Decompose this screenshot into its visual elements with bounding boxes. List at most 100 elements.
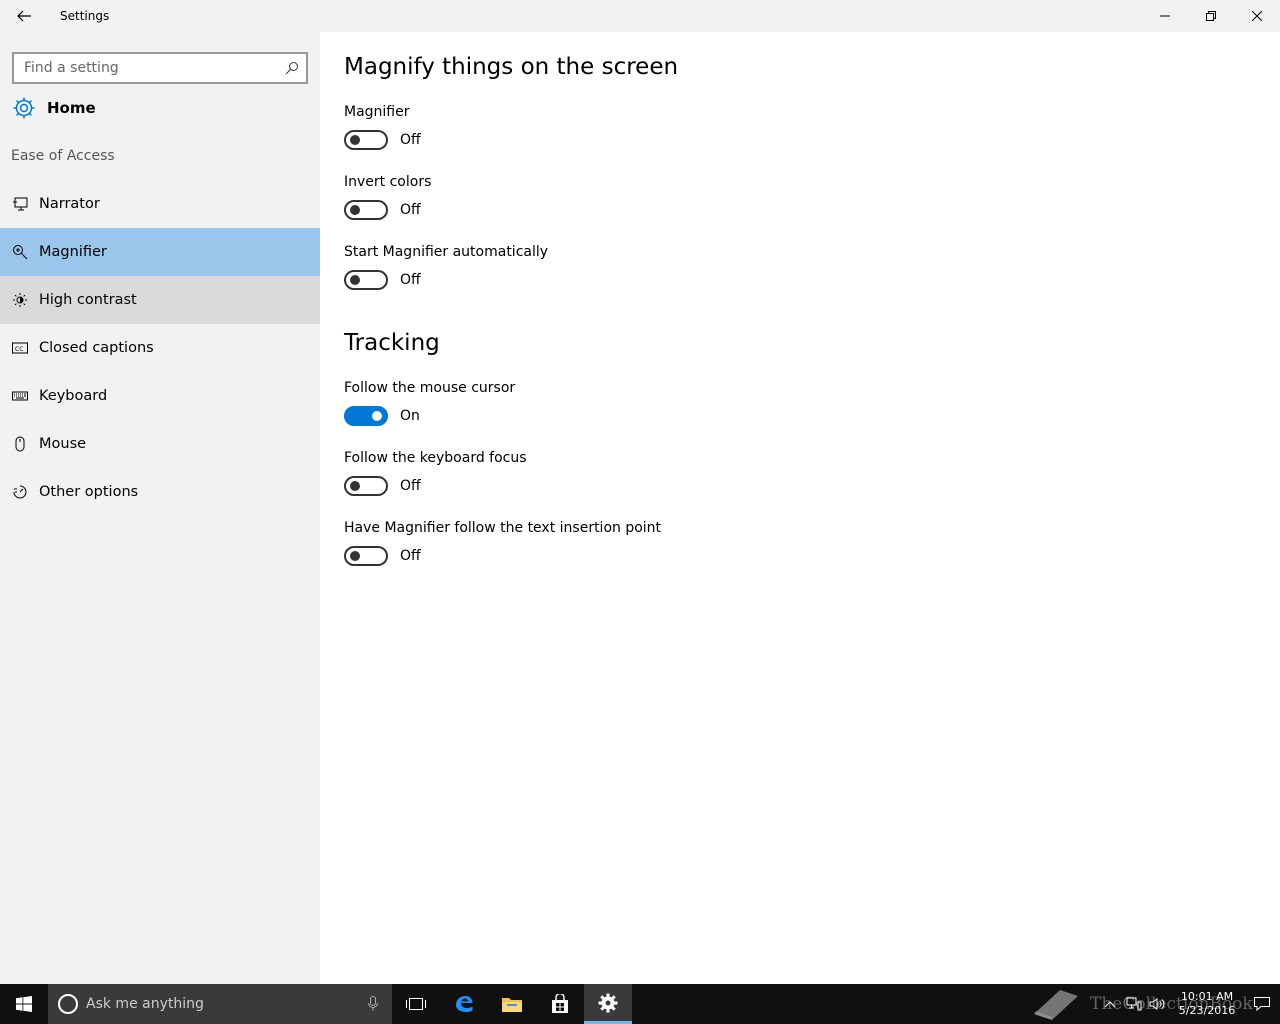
taskbar-search-text: Ask me anything <box>86 996 204 1012</box>
setting-label: Start Magnifier automatically <box>344 244 549 260</box>
sidebar-item-label: Keyboard <box>39 388 108 404</box>
close-icon <box>1252 11 1262 21</box>
toggle-state: Off <box>400 132 421 148</box>
sidebar: Home Ease of Access Narrator Magnifier H… <box>0 32 320 984</box>
taskbar-file-explorer[interactable] <box>488 984 536 1024</box>
setting-invert-colors: Invert colors Off <box>344 174 431 220</box>
chevron-up-icon <box>1104 1001 1116 1008</box>
setting-label: Have Magnifier follow the text insertion… <box>344 520 662 536</box>
taskbar-store[interactable] <box>536 984 584 1024</box>
taskbar-edge[interactable] <box>440 984 488 1024</box>
closed-captions-icon: CC <box>12 340 28 356</box>
close-button[interactable] <box>1234 0 1280 32</box>
toggle-state: On <box>400 408 420 424</box>
setting-label: Invert colors <box>344 174 432 190</box>
search-icon[interactable] <box>278 54 306 82</box>
restore-icon <box>1206 11 1216 21</box>
toggle-state: Off <box>400 478 421 494</box>
notification-icon <box>1254 997 1270 1011</box>
toggle-state: Off <box>400 548 421 564</box>
setting-follow-text-insertion: Have Magnifier follow the text insertion… <box>344 520 661 566</box>
narrator-icon <box>12 196 28 212</box>
sidebar-item-keyboard[interactable]: Keyboard <box>0 372 320 420</box>
toggle-knob <box>350 481 360 491</box>
sidebar-item-high-contrast[interactable]: High contrast <box>0 276 320 324</box>
follow-text-insertion-toggle[interactable] <box>344 546 388 566</box>
network-icon <box>1126 997 1142 1011</box>
sidebar-item-mouse[interactable]: Mouse <box>0 420 320 468</box>
folder-icon <box>502 998 522 1012</box>
taskbar-settings[interactable] <box>584 984 632 1024</box>
back-button[interactable] <box>0 0 48 32</box>
keyboard-icon <box>12 388 28 404</box>
follow-mouse-toggle[interactable] <box>344 406 388 426</box>
store-icon <box>552 994 568 1013</box>
toggle-knob <box>350 551 360 561</box>
show-hidden-icons-button[interactable] <box>1098 984 1122 1024</box>
magnifier-toggle[interactable] <box>344 130 388 150</box>
heading-magnify: Magnify things on the screen <box>344 54 679 80</box>
window-controls <box>1142 0 1280 32</box>
toggle-knob <box>350 205 360 215</box>
sidebar-item-label: Narrator <box>39 196 100 212</box>
start-magnifier-toggle[interactable] <box>344 270 388 290</box>
follow-keyboard-toggle[interactable] <box>344 476 388 496</box>
sidebar-item-label: High contrast <box>39 292 137 308</box>
setting-start-magnifier: Start Magnifier automatically Off <box>344 244 548 290</box>
magnifier-icon <box>12 244 28 260</box>
action-center-button[interactable] <box>1244 984 1280 1024</box>
microphone-icon[interactable] <box>368 996 378 1012</box>
other-options-icon <box>12 484 28 500</box>
setting-label: Magnifier <box>344 104 410 120</box>
clock-time: 10:01 AM <box>1180 990 1234 1003</box>
cortana-icon <box>58 994 78 1014</box>
section-label: Ease of Access <box>11 148 115 164</box>
gear-icon <box>12 96 36 120</box>
clock-date: 5/23/2016 <box>1178 1004 1236 1017</box>
title-bar: Settings <box>0 0 1280 32</box>
home-label: Home <box>47 99 96 117</box>
minimize-button[interactable] <box>1142 0 1188 32</box>
toggle-knob <box>350 135 360 145</box>
invert-colors-toggle[interactable] <box>344 200 388 220</box>
network-button[interactable] <box>1122 984 1146 1024</box>
edge-icon <box>456 996 473 1012</box>
windows-logo-icon <box>16 996 32 1012</box>
mouse-icon <box>12 436 28 452</box>
sidebar-nav: Narrator Magnifier High contrast CC Clos… <box>0 180 320 516</box>
sidebar-item-other-options[interactable]: Other options <box>0 468 320 516</box>
sidebar-item-narrator[interactable]: Narrator <box>0 180 320 228</box>
toggle-knob <box>372 411 382 421</box>
start-button[interactable] <box>0 984 48 1024</box>
home-link[interactable]: Home <box>0 92 320 124</box>
speaker-icon <box>1149 998 1165 1010</box>
setting-label: Follow the mouse cursor <box>344 380 516 396</box>
taskbar: Ask me anything 10:01 AM 5/23/2016 <box>0 984 1280 1024</box>
setting-label: Follow the keyboard focus <box>344 450 527 466</box>
task-view-button[interactable] <box>392 984 440 1024</box>
setting-magnifier: Magnifier Off <box>344 104 421 150</box>
back-arrow-icon <box>17 10 31 22</box>
svg-text:CC: CC <box>15 346 23 353</box>
system-tray: 10:01 AM 5/23/2016 <box>1098 984 1280 1024</box>
setting-follow-mouse: Follow the mouse cursor On <box>344 380 515 426</box>
window-title: Settings <box>60 9 110 23</box>
sidebar-item-label: Other options <box>39 484 139 500</box>
search-input[interactable] <box>14 60 278 76</box>
clock[interactable]: 10:01 AM 5/23/2016 <box>1170 990 1244 1018</box>
sidebar-item-label: Mouse <box>39 436 87 452</box>
toggle-knob <box>350 275 360 285</box>
heading-tracking: Tracking <box>344 330 440 356</box>
high-contrast-icon <box>12 292 28 308</box>
search-box <box>12 52 308 84</box>
sidebar-item-label: Magnifier <box>39 244 107 260</box>
setting-follow-keyboard: Follow the keyboard focus Off <box>344 450 527 496</box>
sidebar-item-closed-captions[interactable]: CC Closed captions <box>0 324 320 372</box>
toggle-state: Off <box>400 272 421 288</box>
sidebar-item-magnifier[interactable]: Magnifier <box>0 228 320 276</box>
volume-button[interactable] <box>1146 984 1170 1024</box>
restore-button[interactable] <box>1188 0 1234 32</box>
toggle-state: Off <box>400 202 421 218</box>
taskbar-search[interactable]: Ask me anything <box>48 984 392 1024</box>
task-view-icon <box>406 998 426 1010</box>
